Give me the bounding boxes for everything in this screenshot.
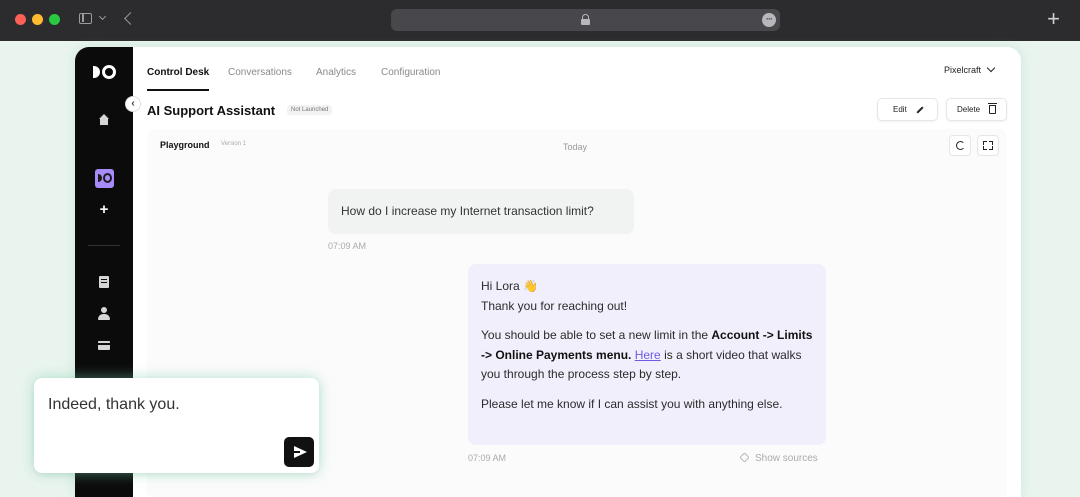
refresh-icon [955,141,965,150]
sidebar-toggle-icon[interactable] [79,13,92,24]
browser-toolbar: ··· + [0,0,1080,41]
tab-control-desk[interactable]: Control Desk [147,67,209,78]
message-timestamp: 07:09 AM [468,453,507,463]
refresh-button[interactable] [949,135,971,156]
show-sources-button[interactable]: Show sources [739,452,818,464]
tab-configuration[interactable]: Configuration [381,67,440,78]
playground-title: Playground [160,140,210,150]
tab-conversations[interactable]: Conversations [228,67,292,78]
delete-button[interactable]: Delete [946,98,1007,121]
status-badge: Not Launched [287,105,333,115]
user-icon[interactable] [94,304,114,324]
collapse-sidebar-button[interactable]: ‹ [125,96,141,112]
date-separator: Today [563,142,588,152]
trash-icon [988,103,997,114]
send-button[interactable] [284,437,314,467]
plus-icon[interactable]: + [94,200,114,220]
instructions-lead: You should be able to set a new limit in… [481,328,712,342]
home-icon[interactable] [94,110,114,130]
page-title: AI Support Assistant [147,103,276,118]
message-input[interactable]: Indeed, thank you. [48,396,180,414]
edit-button[interactable]: Edit [877,98,938,121]
new-tab-button[interactable]: + [1047,8,1060,30]
minimize-window-button[interactable] [32,14,43,25]
card-icon[interactable] [94,336,114,356]
instructions-text: You should be able to set a new limit in… [481,326,813,385]
close-window-button[interactable] [15,14,26,25]
expand-icon-corner [989,141,993,145]
workspace-name: Pixelcraft [944,65,982,75]
document-icon[interactable] [94,272,114,292]
assistant-icon[interactable] [95,169,114,188]
active-tab-indicator [147,89,209,91]
chevron-down-icon[interactable] [98,12,107,21]
maximize-window-button[interactable] [49,14,60,25]
expand-button[interactable] [977,135,999,156]
greeting-text: Hi Lora 👋 [481,279,538,293]
user-message: How do I increase my Internet transactio… [328,189,634,234]
address-bar[interactable]: ··· [391,9,780,31]
expand-icon-corner [983,146,987,150]
back-arrow-icon[interactable] [124,12,137,25]
message-timestamp: 07:09 AM [328,241,367,251]
layers-icon [739,452,750,463]
sidebar-divider [88,245,120,246]
pencil-icon [916,106,924,114]
version-label: Version 1 [221,141,247,147]
chevron-down-icon [986,63,996,73]
delete-label: Delete [957,105,981,114]
edit-label: Edit [893,105,907,114]
expand-icon-corner [989,146,993,150]
thanks-text: Thank you for reaching out! [481,298,628,313]
assistant-message: Hi Lora 👋 Thank you for reaching out! Yo… [468,264,826,445]
tab-analytics[interactable]: Analytics [316,67,356,78]
more-options-icon[interactable]: ··· [762,13,776,27]
lock-icon [581,14,590,25]
video-link[interactable]: Here [635,348,661,362]
expand-icon [983,141,987,145]
logo-icon [93,65,117,79]
send-icon [294,446,307,458]
show-sources-label: Show sources [755,453,818,464]
closing-text: Please let me know if I can assist you w… [481,396,783,411]
message-composer[interactable]: Indeed, thank you. [34,378,319,473]
workspace-selector[interactable]: Pixelcraft [944,63,996,75]
